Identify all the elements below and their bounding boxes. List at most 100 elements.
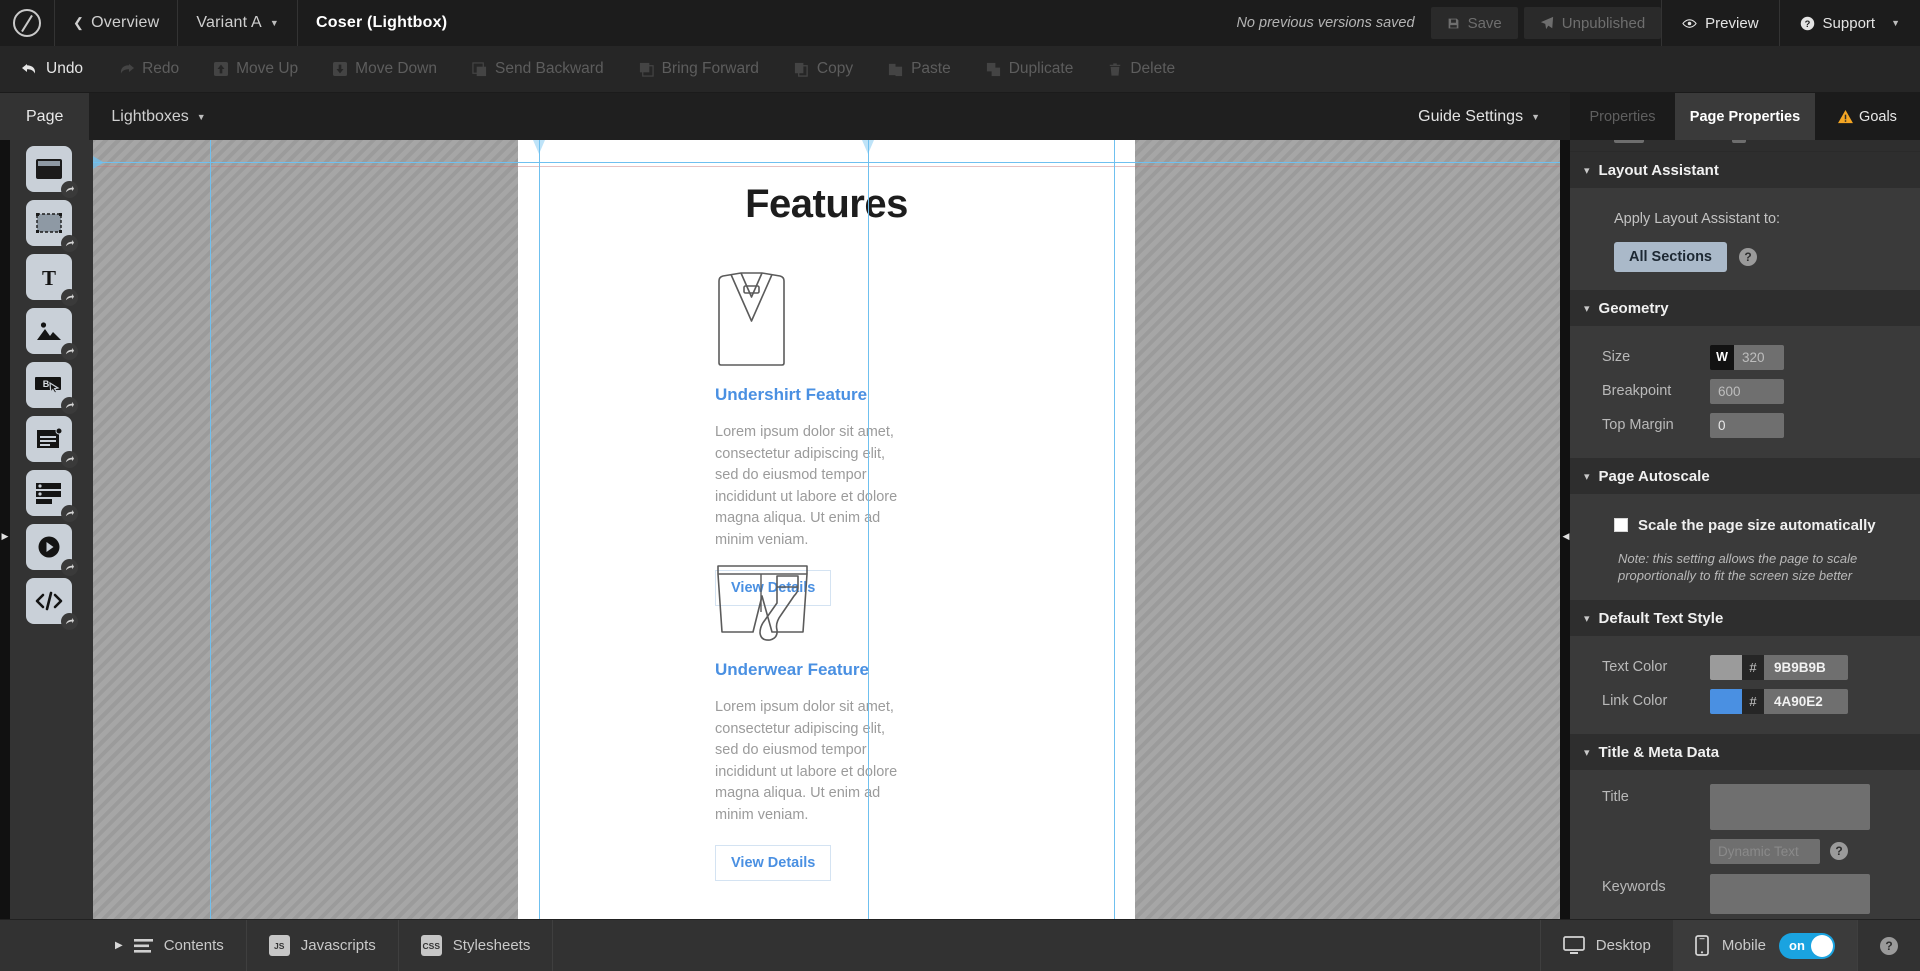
tab-properties[interactable]: Properties <box>1570 93 1675 140</box>
bottom-help-button[interactable]: ? <box>1857 920 1920 971</box>
tool-text[interactable]: T <box>26 254 72 300</box>
chevron-down-icon: ▾ <box>1584 302 1590 315</box>
section-page-autoscale[interactable]: ▾ Page Autoscale <box>1570 458 1920 494</box>
move-up-button[interactable]: Move Up <box>201 60 311 78</box>
all-sections-button[interactable]: All Sections <box>1614 242 1727 272</box>
tool-shortcut-badge <box>61 613 78 630</box>
delete-button[interactable]: Delete <box>1095 60 1188 78</box>
vertical-guide-line-1[interactable] <box>210 140 211 919</box>
send-backward-button[interactable]: Send Backward <box>459 60 617 78</box>
bring-forward-button[interactable]: Bring Forward <box>626 60 772 78</box>
feature-card-2[interactable]: Underwear Feature Lorem ipsum dolor sit … <box>715 538 1015 881</box>
tool-code[interactable] <box>26 578 72 624</box>
chevron-down-icon: ▾ <box>1584 470 1590 483</box>
section-layout-assistant[interactable]: ▾ Layout Assistant <box>1570 152 1920 188</box>
javascripts-button[interactable]: JS Javascripts <box>247 920 399 971</box>
stylesheets-button[interactable]: CSS Stylesheets <box>399 920 554 971</box>
variant-selector[interactable]: Variant A ▼ <box>178 0 298 46</box>
help-icon[interactable]: ? <box>1830 842 1848 860</box>
copy-icon <box>794 62 809 77</box>
page-surface[interactable]: Features Undershirt Feature Lorem ipsum … <box>518 140 1135 919</box>
section-default-text-style[interactable]: ▾ Default Text Style <box>1570 600 1920 636</box>
redo-icon <box>118 62 134 76</box>
tab-goals-label: Goals <box>1859 109 1897 125</box>
features-heading: Features <box>518 182 1135 227</box>
size-label: Size <box>1602 349 1710 365</box>
tab-page-label: Page <box>26 108 63 126</box>
paste-label: Paste <box>911 60 951 78</box>
mobile-label: Mobile <box>1722 937 1766 954</box>
lightboxes-dropdown[interactable]: Lightboxes ▼ <box>89 93 227 140</box>
javascripts-label: Javascripts <box>301 937 376 954</box>
tool-container[interactable] <box>26 200 72 246</box>
paste-button[interactable]: Paste <box>875 60 964 78</box>
chevron-down-icon: ▼ <box>197 112 206 122</box>
overview-label: Overview <box>91 14 159 32</box>
guide-settings-dropdown[interactable]: Guide Settings ▼ <box>1388 93 1570 140</box>
redo-button[interactable]: Redo <box>105 60 192 78</box>
toolbar-spacer <box>228 93 1388 140</box>
tab-page-properties[interactable]: Page Properties <box>1675 93 1815 140</box>
desktop-view-button[interactable]: Desktop <box>1540 920 1673 971</box>
overview-back-link[interactable]: ❮ Overview <box>55 0 178 46</box>
link-color-hex-value[interactable]: 4A90E2 <box>1764 689 1848 714</box>
meta-title-input[interactable] <box>1710 784 1870 830</box>
tab-page-properties-label: Page Properties <box>1690 109 1800 125</box>
text-color-hex-value[interactable]: 9B9B9B <box>1764 655 1848 680</box>
scale-page-checkbox[interactable] <box>1614 518 1628 532</box>
horizontal-guide-line[interactable] <box>93 162 1570 163</box>
tool-button[interactable]: B <box>26 362 72 408</box>
svg-text:T: T <box>42 266 56 290</box>
unpublished-label: Unpublished <box>1562 15 1645 32</box>
keywords-input[interactable] <box>1710 874 1870 914</box>
title-row: Title <box>1570 784 1920 830</box>
duplicate-button[interactable]: Duplicate <box>973 60 1087 78</box>
move-up-label: Move Up <box>236 60 298 78</box>
save-button[interactable]: Save <box>1431 7 1518 39</box>
help-icon[interactable]: ? <box>1880 937 1898 955</box>
tool-content[interactable] <box>26 416 72 462</box>
link-color-swatch[interactable] <box>1710 689 1742 714</box>
tool-form[interactable] <box>26 470 72 516</box>
boxer-shorts-icon <box>715 538 1015 642</box>
mobile-toggle[interactable]: on <box>1779 933 1835 959</box>
design-canvas[interactable]: Features Undershirt Feature Lorem ipsum … <box>93 140 1570 919</box>
size-width-prefix: W <box>1710 345 1734 370</box>
dynamic-text-button[interactable]: Dynamic Text <box>1710 839 1820 864</box>
tab-goals[interactable]: Goals <box>1815 93 1920 140</box>
section-geometry[interactable]: ▾ Geometry <box>1570 290 1920 326</box>
section-title-meta-data[interactable]: ▾ Title & Meta Data <box>1570 734 1920 770</box>
tool-image[interactable] <box>26 308 72 354</box>
unpublished-button[interactable]: Unpublished <box>1524 7 1661 39</box>
app-logo[interactable] <box>0 0 55 46</box>
view-details-button-2[interactable]: View Details <box>715 845 831 881</box>
vertical-guide-line-4[interactable] <box>1114 140 1115 919</box>
tool-shortcut-badge <box>61 235 78 252</box>
size-width-input[interactable] <box>1734 345 1784 370</box>
mobile-view-button[interactable]: Mobile on <box>1673 920 1857 971</box>
preview-button[interactable]: Preview <box>1661 0 1778 46</box>
tool-video[interactable] <box>26 524 72 570</box>
left-panel-collapse-handle[interactable]: ▶ <box>1 525 9 547</box>
help-icon[interactable]: ? <box>1739 248 1757 266</box>
meta-title-label: Title <box>1602 784 1710 805</box>
tool-section[interactable] <box>26 146 72 192</box>
move-down-button[interactable]: Move Down <box>320 60 450 78</box>
page-autoscale-note: Note: this setting allows the page to sc… <box>1570 542 1920 584</box>
breakpoint-input[interactable] <box>1710 379 1784 404</box>
undo-button[interactable]: Undo <box>9 60 96 78</box>
right-panel-collapse-handle[interactable]: ◀ <box>1562 525 1570 547</box>
vertical-guide-line-2[interactable] <box>539 140 540 919</box>
support-menu[interactable]: ? Support ▼ <box>1779 0 1920 46</box>
header-spacer <box>465 0 1220 46</box>
apply-layout-assistant-label: Apply Layout Assistant to: <box>1614 211 1780 227</box>
section-default-text-style-title: Default Text Style <box>1599 610 1724 627</box>
bottom-bar-spacer <box>553 920 1539 971</box>
text-color-swatch[interactable] <box>1710 655 1742 680</box>
title-meta-body: Title Dynamic Text ? Keywords <box>1570 770 1920 919</box>
copy-button[interactable]: Copy <box>781 60 866 78</box>
tab-page[interactable]: Page <box>0 93 89 140</box>
top-margin-input[interactable] <box>1710 413 1784 438</box>
vertical-guide-line-3[interactable] <box>868 140 869 919</box>
contents-button[interactable]: ▶ Contents <box>93 920 247 971</box>
